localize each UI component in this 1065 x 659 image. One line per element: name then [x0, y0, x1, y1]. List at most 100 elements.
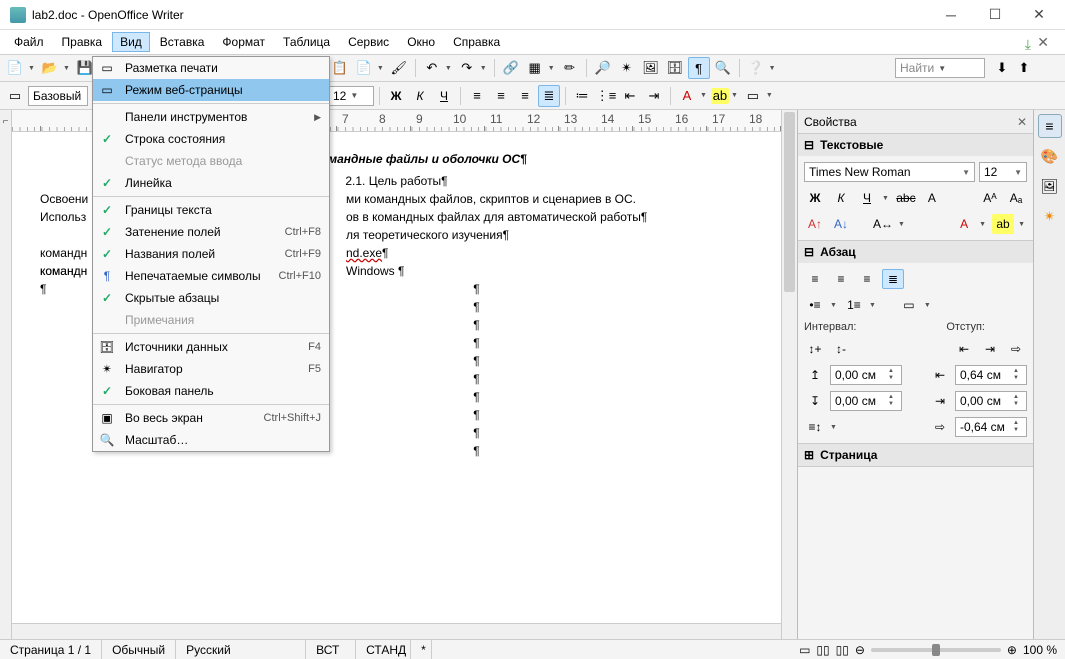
numbered-list-button[interactable]: 1≡ [843, 295, 865, 315]
decrease-font-button[interactable]: A↓ [830, 214, 852, 234]
scrollbar-thumb[interactable] [784, 112, 795, 292]
highlight-button[interactable]: ab [992, 214, 1014, 234]
align-center-button[interactable]: ≡ [830, 269, 852, 289]
menu-edit[interactable]: Правка [54, 32, 111, 52]
redo-button[interactable]: ↷ [456, 57, 478, 79]
background-color-button[interactable]: ▭ [898, 295, 920, 315]
view-layout-icon[interactable]: ▭ [799, 643, 810, 657]
maximize-button[interactable]: ☐ [973, 1, 1017, 29]
background-color-button[interactable]: ▭ [742, 85, 764, 107]
gallery-button[interactable]: 🖼 [640, 57, 662, 79]
menu-view[interactable]: Вид [112, 32, 150, 52]
bulleted-list-button[interactable]: ⋮≡ [595, 85, 617, 107]
status-lang[interactable]: Русский [176, 640, 306, 659]
navigator-button[interactable]: ✴ [616, 57, 638, 79]
styles-button[interactable]: ▭ [4, 85, 26, 107]
menu-item-formatting-marks[interactable]: ¶ Непечатаемые символы Ctrl+F10 [93, 265, 329, 287]
find-replace-button[interactable]: 🔎 [592, 57, 614, 79]
menu-insert[interactable]: Вставка [152, 32, 213, 52]
view-layout-multi-icon[interactable]: ▯▯ [816, 643, 829, 657]
nonprinting-chars-button[interactable]: ¶ [688, 57, 710, 79]
space-above-input[interactable]: 0,00 см▲▼ [830, 365, 902, 385]
bold-button[interactable]: Ж [804, 188, 826, 208]
underline-button[interactable]: Ч [433, 85, 455, 107]
font-color-button[interactable]: A [676, 85, 698, 107]
tab-gallery[interactable]: 🖼 [1038, 174, 1062, 198]
italic-button[interactable]: К [830, 188, 852, 208]
align-right-button[interactable]: ≡ [856, 269, 878, 289]
menu-item-ruler[interactable]: ✓ Линейка [93, 172, 329, 194]
save-indicator-icon[interactable]: ⤓ [1025, 36, 1031, 53]
find-prev-button[interactable]: ⬆ [1013, 57, 1035, 79]
strikethrough-button[interactable]: abc [895, 188, 917, 208]
tab-properties[interactable]: ≡ [1038, 114, 1062, 138]
menu-item-data-sources[interactable]: 🗄 Источники данных F4 [93, 336, 329, 358]
zoom-slider-thumb[interactable] [932, 644, 940, 656]
menu-item-zoom[interactable]: 🔍 Масштаб… [93, 429, 329, 451]
indent-decrease-button[interactable]: ⇤ [619, 85, 641, 107]
hyperlink-button[interactable]: 🔗 [500, 57, 522, 79]
menu-format[interactable]: Формат [214, 32, 273, 52]
increase-indent-button[interactable]: ⇥ [979, 339, 1001, 359]
menu-item-hidden-paragraphs[interactable]: ✓ Скрытые абзацы [93, 287, 329, 309]
menu-item-toolbars[interactable]: Панели инструментов ▶ [93, 106, 329, 128]
undo-button[interactable]: ↶ [421, 57, 443, 79]
new-doc-button[interactable]: 📄 [4, 57, 26, 79]
tab-styles[interactable]: 🎨 [1038, 144, 1062, 168]
minimize-button[interactable]: ─ [929, 1, 973, 29]
line-spacing-button[interactable]: ≡↕ [804, 417, 826, 437]
menu-tools[interactable]: Сервис [340, 32, 397, 52]
shadow-button[interactable]: A [921, 188, 943, 208]
menu-item-navigator[interactable]: ✴ Навигатор F5 [93, 358, 329, 380]
menu-item-field-shadings[interactable]: ✓ Затенение полей Ctrl+F8 [93, 221, 329, 243]
underline-button[interactable]: Ч [856, 188, 878, 208]
indent-right-input[interactable]: 0,00 см▲▼ [955, 391, 1027, 411]
indent-left-input[interactable]: 0,64 см▲▼ [955, 365, 1027, 385]
align-left-button[interactable]: ≡ [466, 85, 488, 107]
status-selection-mode[interactable]: СТАНД [356, 640, 411, 659]
font-size-select[interactable]: 12▼ [979, 162, 1027, 182]
menu-help[interactable]: Справка [445, 32, 508, 52]
zoom-value[interactable]: 100 % [1023, 643, 1057, 657]
table-button[interactable]: ▦ [524, 57, 546, 79]
highlight-color-button[interactable]: ab [711, 88, 729, 104]
increase-font-button[interactable]: A↑ [804, 214, 826, 234]
menu-item-fullscreen[interactable]: ▣ Во весь экран Ctrl+Shift+J [93, 407, 329, 429]
align-left-button[interactable]: ≡ [804, 269, 826, 289]
copy-button[interactable]: 📋 [329, 57, 351, 79]
menu-item-web-layout[interactable]: ▭ Режим веб-страницы [93, 79, 329, 101]
status-insert-mode[interactable]: ВСТ [306, 640, 356, 659]
first-line-indent-input[interactable]: -0,64 см▲▼ [955, 417, 1027, 437]
bulleted-list-button[interactable]: •≡ [804, 295, 826, 315]
document-close-icon[interactable]: ✕ [1027, 34, 1059, 51]
hanging-indent-button[interactable]: ⇨ [1005, 339, 1027, 359]
align-center-button[interactable]: ≡ [490, 85, 512, 107]
section-text[interactable]: ⊟ Текстовые [798, 134, 1033, 156]
tab-navigator[interactable]: ✴ [1038, 204, 1062, 228]
italic-button[interactable]: К [409, 85, 431, 107]
paragraph-style-select[interactable]: Базовый [28, 86, 88, 106]
menu-table[interactable]: Таблица [275, 32, 338, 52]
find-next-button[interactable]: ⬇ [991, 57, 1013, 79]
numbered-list-button[interactable]: ≔ [571, 85, 593, 107]
panel-close-icon[interactable]: ✕ [1017, 115, 1027, 129]
help-button[interactable]: ❔ [745, 57, 767, 79]
horizontal-scrollbar[interactable] [12, 623, 781, 639]
menu-window[interactable]: Окно [399, 32, 443, 52]
font-color-button[interactable]: A [953, 214, 975, 234]
align-right-button[interactable]: ≡ [514, 85, 536, 107]
vertical-scrollbar[interactable] [781, 110, 797, 639]
zoom-out-icon[interactable]: ⊖ [855, 643, 865, 657]
menu-item-print-layout[interactable]: ▭ Разметка печати [93, 57, 329, 79]
font-name-select[interactable]: Times New Roman▼ [804, 162, 975, 182]
decrease-indent-button[interactable]: ⇤ [953, 339, 975, 359]
status-style[interactable]: Обычный [102, 640, 176, 659]
status-page[interactable]: Страница 1 / 1 [0, 640, 102, 659]
zoom-slider[interactable] [871, 648, 1001, 652]
subscript-button[interactable]: Aₐ [1005, 188, 1027, 208]
font-size-select[interactable]: 12 ▼ [328, 86, 374, 106]
align-justify-button[interactable]: ≣ [882, 269, 904, 289]
find-field[interactable]: Найти ▼ [895, 58, 985, 78]
bold-button[interactable]: Ж [385, 85, 407, 107]
superscript-button[interactable]: Aᴬ [979, 188, 1001, 208]
